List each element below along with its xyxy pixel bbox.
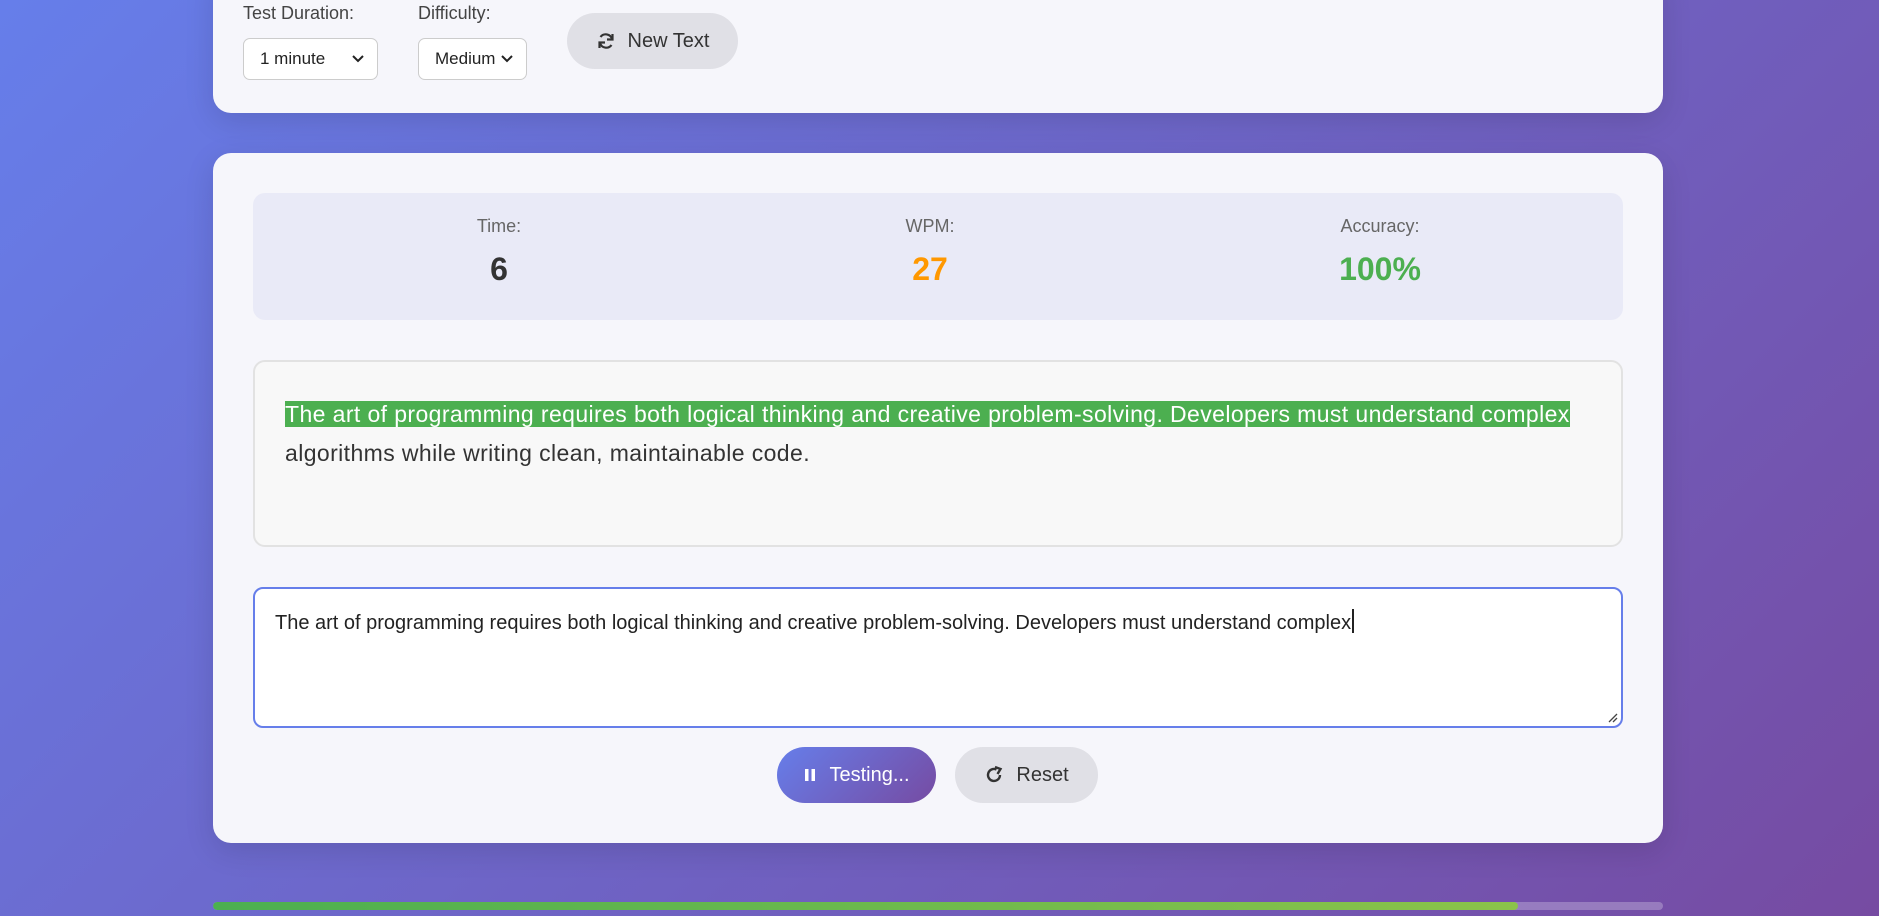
text-display: The art of programming requires both log… — [253, 360, 1623, 547]
accuracy-value: 100% — [1339, 251, 1421, 287]
duration-select[interactable]: 1 minute — [243, 38, 378, 80]
remaining-text: algorithms while writing clean, maintain… — [285, 440, 810, 466]
time-value: 6 — [490, 251, 508, 287]
testing-label: Testing... — [829, 763, 910, 786]
wpm-label: WPM: — [905, 216, 955, 236]
accuracy-stat: Accuracy: 100% — [1230, 193, 1530, 288]
wpm-stat: WPM: 27 — [780, 193, 1080, 288]
typed-text: The art of programming requires both log… — [285, 401, 1570, 427]
pause-icon — [805, 769, 816, 781]
chevron-down-icon — [501, 55, 513, 63]
stats-panel: Time: 6 WPM: 27 Accuracy: 100% — [253, 193, 1623, 320]
time-label: Time: — [476, 216, 522, 236]
new-text-label: New Text — [627, 29, 710, 52]
main-card: Time: 6 WPM: 27 Accuracy: 100% The art o… — [213, 153, 1663, 843]
accuracy-label: Accuracy: — [1340, 216, 1420, 236]
resize-grip-icon[interactable] — [1606, 711, 1618, 723]
time-stat: Time: 6 — [349, 193, 649, 288]
duration-select-value: 1 minute — [260, 49, 326, 68]
reset-label: Reset — [1016, 763, 1069, 786]
redo-icon — [987, 765, 1003, 783]
reset-button[interactable]: Reset — [955, 747, 1098, 803]
progress-fill — [213, 902, 1518, 910]
testing-button[interactable]: Testing... — [777, 747, 936, 803]
chevron-down-icon — [352, 55, 364, 63]
typing-input[interactable]: The art of programming requires both log… — [253, 587, 1623, 728]
difficulty-label: Difficulty: — [418, 3, 491, 23]
text-caret — [1352, 609, 1354, 633]
new-text-button[interactable]: New Text — [567, 13, 738, 69]
difficulty-select-value: Medium — [435, 49, 496, 68]
progress-bar — [213, 902, 1663, 910]
typing-input-value: The art of programming requires both log… — [275, 612, 1352, 634]
settings-card: Test Duration: 1 minute Difficulty: Medi… — [213, 0, 1663, 113]
duration-label: Test Duration: — [243, 3, 355, 23]
refresh-icon — [597, 33, 614, 49]
wpm-value: 27 — [912, 251, 948, 287]
difficulty-select[interactable]: Medium — [418, 38, 527, 80]
